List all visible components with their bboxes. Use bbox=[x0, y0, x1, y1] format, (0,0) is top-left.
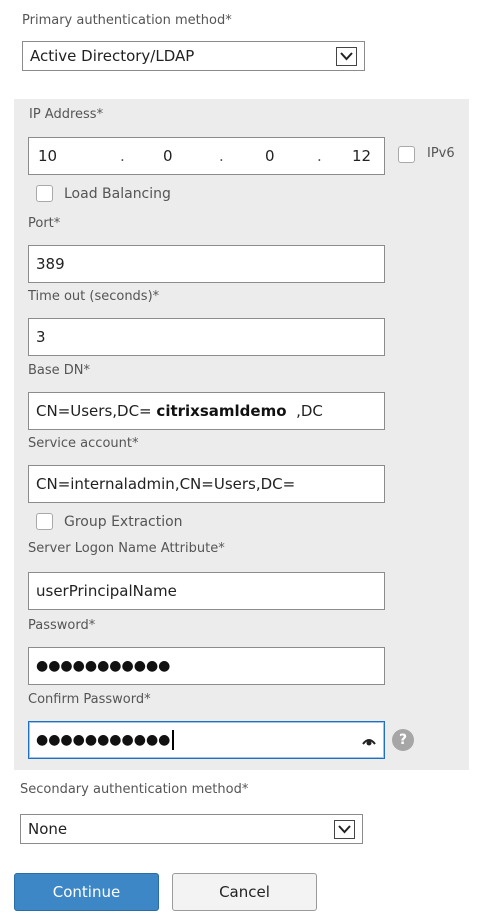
secondary-auth-value: None bbox=[28, 820, 68, 838]
logon-attribute-label: Server Logon Name Attribute* bbox=[28, 541, 225, 556]
base-dn-label: Base DN* bbox=[28, 363, 91, 378]
ip-octet-2[interactable]: 0 bbox=[163, 147, 173, 165]
help-glyph: ? bbox=[398, 732, 408, 748]
text-cursor bbox=[172, 730, 175, 750]
confirm-password-mask: ●●●●●●●●●●● bbox=[36, 732, 171, 748]
ip-address-field[interactable]: 10 . 0 . 0 . 12 bbox=[28, 137, 385, 175]
primary-auth-label: Primary authentication method* bbox=[22, 13, 232, 28]
primary-auth-value: Active Directory/LDAP bbox=[30, 47, 195, 65]
secondary-auth-select[interactable]: None bbox=[20, 814, 363, 844]
base-dn-input[interactable]: CN=Users,DC= citrixsamldemo ,DC bbox=[28, 392, 385, 430]
load-balancing-label: Load Balancing bbox=[64, 186, 171, 202]
password-input[interactable]: ●●●●●●●●●●● bbox=[28, 647, 385, 685]
eye-icon[interactable] bbox=[362, 734, 376, 752]
ip-separator: . bbox=[219, 147, 224, 165]
cancel-button[interactable]: Cancel bbox=[172, 873, 317, 911]
logon-attribute-value: userPrincipalName bbox=[36, 582, 177, 600]
confirm-password-input[interactable]: ●●●●●●●●●●● bbox=[28, 721, 385, 759]
timeout-value: 3 bbox=[36, 328, 46, 346]
timeout-input[interactable]: 3 bbox=[28, 318, 385, 356]
ipv6-checkbox[interactable] bbox=[398, 146, 415, 163]
ip-octet-3[interactable]: 0 bbox=[265, 147, 275, 165]
base-dn-suffix: ,DC bbox=[296, 402, 323, 420]
ip-separator: . bbox=[120, 147, 125, 165]
help-icon[interactable]: ? bbox=[392, 729, 414, 751]
primary-auth-select[interactable]: Active Directory/LDAP bbox=[22, 41, 365, 71]
ip-octet-4[interactable]: 12 bbox=[352, 147, 371, 165]
logon-attribute-input[interactable]: userPrincipalName bbox=[28, 572, 385, 610]
continue-button[interactable]: Continue bbox=[14, 873, 159, 911]
port-input[interactable]: 389 bbox=[28, 245, 385, 283]
timeout-label: Time out (seconds)* bbox=[28, 289, 160, 304]
service-account-value: CN=internaladmin,CN=Users,DC= bbox=[36, 475, 296, 493]
load-balancing-checkbox[interactable] bbox=[36, 185, 53, 202]
ipv6-label: IPv6 bbox=[427, 146, 455, 161]
ip-separator: . bbox=[317, 147, 322, 165]
ip-address-label: IP Address* bbox=[29, 107, 104, 122]
cancel-label: Cancel bbox=[219, 883, 270, 901]
secondary-auth-label: Secondary authentication method* bbox=[20, 782, 249, 797]
service-account-label: Service account* bbox=[28, 436, 139, 451]
confirm-password-label: Confirm Password* bbox=[28, 692, 151, 707]
password-label: Password* bbox=[28, 618, 96, 633]
password-mask: ●●●●●●●●●●● bbox=[36, 658, 171, 674]
chevron-down-icon[interactable] bbox=[336, 47, 357, 66]
group-extraction-label: Group Extraction bbox=[64, 514, 183, 530]
port-label: Port* bbox=[28, 216, 61, 231]
service-account-input[interactable]: CN=internaladmin,CN=Users,DC= bbox=[28, 465, 385, 503]
chevron-down-icon[interactable] bbox=[334, 820, 355, 839]
ip-octet-1[interactable]: 10 bbox=[38, 147, 57, 165]
base-dn-domain: citrixsamldemo bbox=[156, 402, 287, 420]
port-value: 389 bbox=[36, 255, 65, 273]
base-dn-prefix: CN=Users,DC= bbox=[36, 402, 152, 420]
group-extraction-checkbox[interactable] bbox=[36, 513, 53, 530]
continue-label: Continue bbox=[52, 883, 121, 901]
